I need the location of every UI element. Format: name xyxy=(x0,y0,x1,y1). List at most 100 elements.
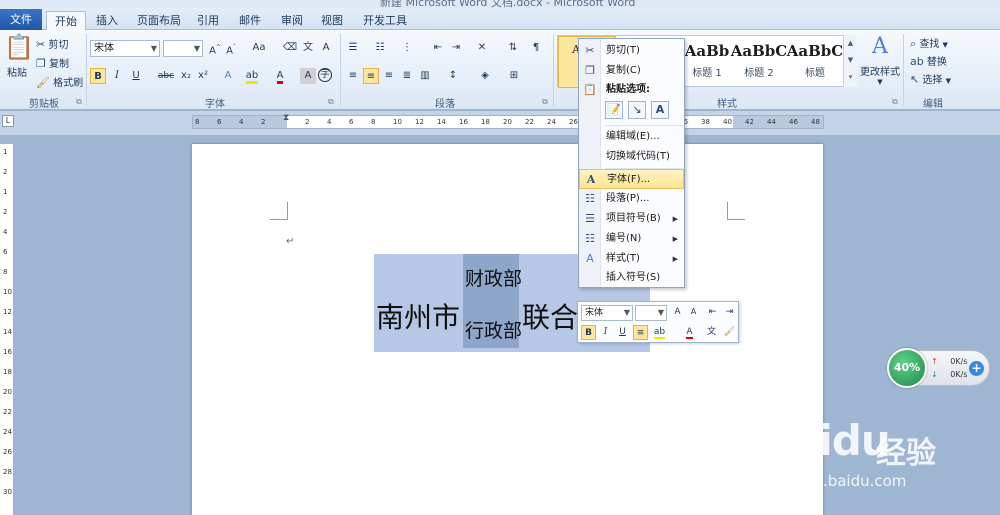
italic-button[interactable]: I xyxy=(598,325,613,340)
shrink-font-icon[interactable]: A xyxy=(686,305,701,320)
styles-launcher-icon[interactable]: ⧉ xyxy=(892,97,898,107)
combined-chars-top[interactable]: 财政部 xyxy=(465,264,522,291)
menu-item-cut[interactable]: ✂ 剪切(T) xyxy=(579,41,684,61)
highlight-icon[interactable]: ab xyxy=(652,325,667,340)
style-item-title[interactable]: AaBbC 标题 xyxy=(786,36,844,88)
font-size-combo[interactable]: ▼ xyxy=(163,40,203,57)
paste-text-only-icon[interactable]: A xyxy=(651,101,669,119)
document-text-left[interactable]: 南州市 xyxy=(376,296,460,336)
menu-item-numbering[interactable]: ☷ 编号(N) ▶ xyxy=(579,229,684,249)
menu-item-insert-symbol[interactable]: 插入符号(S) xyxy=(579,268,684,288)
menu-item-paragraph[interactable]: ☷ 段落(P)... xyxy=(579,189,684,209)
menu-item-toggle-field-codes[interactable]: 切换域代码(T) xyxy=(579,147,684,167)
shrink-font-icon[interactable]: Aˇ xyxy=(223,40,239,56)
paste-merge-icon[interactable]: ↘ xyxy=(628,101,646,119)
underline-button[interactable]: U xyxy=(615,325,630,340)
distributed-icon[interactable]: ▥ xyxy=(417,68,433,84)
italic-button[interactable]: I xyxy=(109,68,125,84)
select-button[interactable]: ↖ 选择 ▼ xyxy=(910,71,951,86)
tab-mailings[interactable]: 邮件 xyxy=(231,11,269,30)
justify-icon[interactable]: ≣ xyxy=(399,68,415,84)
styles-gallery-scroll[interactable]: ▲ ▼ ▾ xyxy=(843,35,857,87)
bold-button[interactable]: B xyxy=(581,325,596,340)
subscript-button[interactable]: x₂ xyxy=(178,68,194,84)
chinese-layout-icon[interactable]: ✕ xyxy=(474,40,490,56)
tab-file[interactable]: 文件 xyxy=(0,9,42,30)
line-spacing-icon[interactable]: ↕ xyxy=(445,68,461,84)
paste-button[interactable]: 📋 粘贴 xyxy=(4,34,34,86)
indent-marker-icon[interactable]: ⧗ xyxy=(283,113,289,123)
horizontal-ruler[interactable]: 8642246810121416182022242628303234363840… xyxy=(192,113,824,129)
tab-insert[interactable]: 插入 xyxy=(88,11,126,30)
align-center-icon[interactable]: ≡ xyxy=(363,68,379,84)
font-launcher-icon[interactable]: ⧉ xyxy=(328,97,334,107)
find-button[interactable]: ⌕ 查找 ▼ xyxy=(910,35,948,51)
align-left-icon[interactable]: ≡ xyxy=(345,68,361,84)
font-color-icon[interactable]: A xyxy=(682,325,697,340)
style-item-heading-2[interactable]: AaBbC 标题 2 xyxy=(730,36,788,88)
align-right-icon[interactable]: ≡ xyxy=(381,68,397,84)
enclosed-character-icon[interactable]: 字 xyxy=(318,68,332,82)
document-text-right[interactable]: 联合 xyxy=(522,296,578,336)
network-speed-widget[interactable]: 40% ↑ 0K/s ↓ 0K/s + xyxy=(887,348,990,388)
cut-button[interactable]: ✂ 剪切 xyxy=(36,36,68,51)
multilevel-list-icon[interactable]: ⋮ xyxy=(399,40,415,56)
copy-button[interactable]: ❐ 复制 xyxy=(36,55,69,70)
underline-button[interactable]: U xyxy=(128,68,144,84)
menu-item-styles[interactable]: A 样式(T) ▶ xyxy=(579,249,684,269)
shading-icon[interactable]: ◈ xyxy=(477,68,493,84)
increase-indent-icon[interactable]: ⇥ xyxy=(722,305,737,320)
tab-view[interactable]: 视图 xyxy=(313,11,351,30)
superscript-button[interactable]: x² xyxy=(195,68,211,84)
grow-font-icon[interactable]: A^ xyxy=(207,40,223,56)
text-effects-icon[interactable]: A xyxy=(220,68,236,84)
character-border-icon[interactable]: A xyxy=(318,40,334,56)
bullets-icon[interactable]: ☰ xyxy=(345,40,361,56)
grow-font-icon[interactable]: A xyxy=(670,305,685,320)
bold-button[interactable]: B xyxy=(90,68,106,84)
show-marks-icon[interactable]: ¶ xyxy=(528,40,544,56)
borders-icon[interactable]: ⊞ xyxy=(506,68,522,84)
menu-item-edit-field[interactable]: 编辑域(E)... xyxy=(579,127,684,147)
font-name-combo[interactable]: 宋体 ▼ xyxy=(90,40,160,57)
menu-item-bullets[interactable]: ☰ 项目符号(B) ▶ xyxy=(579,209,684,229)
sort-icon[interactable]: ⇅ xyxy=(505,40,521,56)
combined-chars-bottom[interactable]: 行政部 xyxy=(465,316,522,343)
change-case-button[interactable]: Aa xyxy=(248,40,270,56)
more-icon[interactable]: ▾ xyxy=(844,69,857,86)
menu-item-font[interactable]: A 字体(F)... xyxy=(579,169,684,189)
plus-icon[interactable]: + xyxy=(969,361,984,376)
decrease-indent-icon[interactable]: ⇤ xyxy=(430,40,446,56)
chevron-up-icon[interactable]: ▲ xyxy=(844,35,857,52)
change-styles-button[interactable]: A 更改样式 ▼ xyxy=(860,35,900,87)
tab-page-layout[interactable]: 页面布局 xyxy=(129,11,189,30)
numbering-icon[interactable]: ☷ xyxy=(372,40,388,56)
replace-button[interactable]: ab 替换 xyxy=(910,53,947,68)
tab-developer[interactable]: 开发工具 xyxy=(355,11,415,30)
tab-home[interactable]: 开始 xyxy=(46,11,86,31)
menu-item-copy[interactable]: ❐ 复制(C) xyxy=(579,61,684,81)
mini-font-size-combo[interactable]: ▼ xyxy=(635,305,667,321)
style-item-heading-1[interactable]: AaBb 标题 1 xyxy=(678,36,736,88)
format-painter-button[interactable]: 🖌 格式刷 xyxy=(36,74,83,89)
mini-font-name-combo[interactable]: 宋体 ▼ xyxy=(581,305,633,321)
decrease-indent-icon[interactable]: ⇤ xyxy=(705,305,720,320)
clipboard-launcher-icon[interactable]: ⧉ xyxy=(76,97,82,107)
format-painter-icon[interactable]: 🖌 xyxy=(722,325,737,340)
strikethrough-button[interactable]: abc xyxy=(156,68,176,84)
highlight-icon[interactable]: ab xyxy=(244,68,260,84)
phonetic-guide-icon[interactable]: 文 xyxy=(704,325,719,340)
paste-keep-source-icon[interactable]: 📝 xyxy=(605,101,623,119)
tab-references[interactable]: 引用 xyxy=(189,11,227,30)
font-color-icon[interactable]: A xyxy=(272,68,288,84)
increase-indent-icon[interactable]: ⇥ xyxy=(448,40,464,56)
character-shading-icon[interactable]: A xyxy=(300,68,316,84)
tab-selector[interactable]: L xyxy=(2,115,14,127)
vertical-ruler[interactable]: 1 2 1 2 4 6 8 10 12 14 16 18 20 22 24 26 28 30 xyxy=(0,144,14,515)
tab-review[interactable]: 审阅 xyxy=(273,11,311,30)
phonetic-guide-icon[interactable]: 文 xyxy=(300,40,316,56)
chevron-down-icon[interactable]: ▼ xyxy=(844,52,857,69)
align-center-icon[interactable]: ≡ xyxy=(633,325,648,340)
paragraph-launcher-icon[interactable]: ⧉ xyxy=(542,97,548,107)
clear-formatting-icon[interactable]: ⌫ xyxy=(282,40,298,56)
